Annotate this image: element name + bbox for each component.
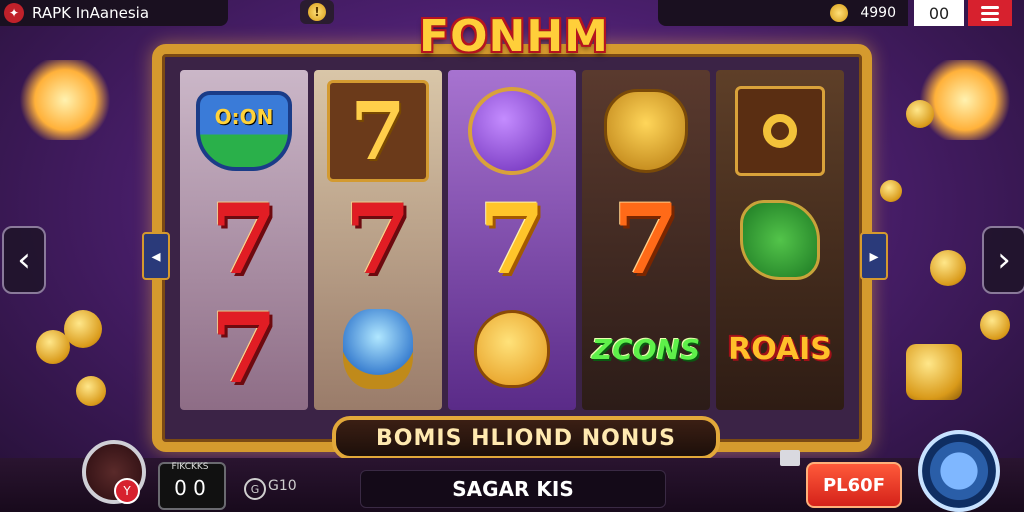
play-button[interactable]: PL60F <box>806 462 902 508</box>
slot-symbol: 7 <box>594 182 698 296</box>
slot-symbol: 7 <box>192 182 296 296</box>
app-logo-icon[interactable]: ✦ <box>4 3 24 23</box>
slot-symbol: ZCONS <box>591 301 701 397</box>
hamburger-icon-line <box>981 17 999 21</box>
slot-symbol <box>460 301 564 397</box>
coin-icon: ! <box>308 3 326 21</box>
lines-label: FIKCKKS <box>171 462 209 472</box>
balance-value: 4990 <box>860 5 896 21</box>
slot-symbol: 7 <box>192 301 296 397</box>
reel-2: 7 7 <box>314 70 442 410</box>
seven-symbol: 7 <box>478 182 546 296</box>
slot-symbol <box>326 301 430 397</box>
g-value: G10 <box>268 478 297 494</box>
reel-left-arrow-button[interactable]: ◂ <box>142 232 170 280</box>
score-display: 00 <box>914 0 964 26</box>
clover-icon <box>740 199 820 280</box>
potion-icon <box>343 309 413 390</box>
right-lamp-decor <box>920 60 1010 140</box>
game-title: FONHM <box>419 11 609 62</box>
shield-icon: O:ON <box>196 90 292 171</box>
gift-badge: Y <box>114 478 140 504</box>
purple-creature-icon <box>468 86 556 175</box>
balance-display: 4990 <box>658 0 908 26</box>
spin-wheel-button[interactable] <box>918 430 1000 512</box>
bonus-banner: BOMIS HLIOND NONUS <box>332 416 720 460</box>
key-icon <box>735 85 825 176</box>
reel-4: 7 ZCONS <box>582 70 710 410</box>
slot-symbol: 7 <box>326 79 430 182</box>
slot-symbol <box>460 83 564 179</box>
app-header: ✦ RAPK InAanesia <box>0 0 228 26</box>
reels-container: O:ON 7 7 7 7 7 7 ZCONS ROAIS <box>180 70 844 410</box>
coin-decor <box>906 100 934 128</box>
coin-decor <box>76 376 106 406</box>
slot-symbol: 7 <box>326 182 430 296</box>
seven-symbol: 7 <box>210 182 278 296</box>
coin-decor <box>906 344 962 400</box>
hamburger-icon-line <box>981 11 999 15</box>
center-info-panel: SAGAR KIS <box>360 470 666 508</box>
coin-decor <box>64 310 102 348</box>
seven-symbol: 7 <box>210 292 278 406</box>
reel-right-arrow-button[interactable]: ▸ <box>860 232 888 280</box>
slot-machine-frame: O:ON 7 7 7 7 7 7 ZCONS ROAIS BOMIS HLION… <box>152 44 872 460</box>
gold-drop-icon <box>474 310 550 389</box>
coin-button[interactable]: ! <box>300 0 334 24</box>
slot-symbol: O:ON <box>192 83 296 179</box>
reel-1: O:ON 7 7 <box>180 70 308 410</box>
tag-icon <box>780 450 800 466</box>
coin-decor <box>880 180 902 202</box>
lines-value[interactable]: 0 0 <box>162 476 218 500</box>
coin-icon <box>830 4 849 22</box>
slot-symbol: ROAIS <box>728 301 832 397</box>
zcons-badge: ZCONS <box>591 332 701 366</box>
next-arrow-button[interactable]: › <box>982 226 1024 294</box>
reel-3: 7 <box>448 70 576 410</box>
seven-symbol: 7 <box>350 83 406 178</box>
seven-symbol: 7 <box>612 182 680 296</box>
gold-mask-icon <box>604 88 688 173</box>
slot-symbol <box>594 83 698 179</box>
roais-badge: ROAIS <box>728 331 832 367</box>
reel-5: ROAIS <box>716 70 844 410</box>
slot-symbol: 7 <box>460 182 564 296</box>
menu-button[interactable] <box>968 0 1012 26</box>
coin-decor <box>980 310 1010 340</box>
slot-symbol <box>728 192 832 288</box>
coin-decor <box>930 250 966 286</box>
g-icon: G <box>244 478 266 500</box>
app-title: RAPK InAanesia <box>32 4 150 22</box>
seven-symbol: 7 <box>344 182 412 296</box>
hamburger-icon-line <box>981 5 999 9</box>
prev-arrow-button[interactable]: ‹ <box>2 226 46 294</box>
left-lamp-decor <box>20 60 110 140</box>
slot-symbol <box>728 83 832 179</box>
